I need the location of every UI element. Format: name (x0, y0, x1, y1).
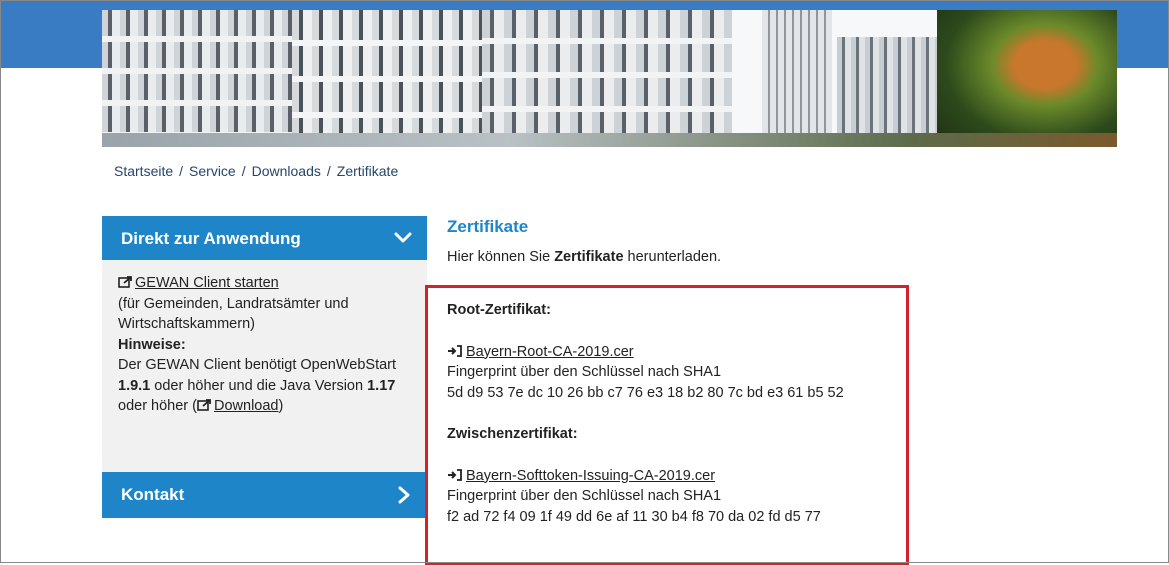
hero-image (102, 10, 1117, 147)
intermediate-cert-link[interactable]: Bayern-Softtoken-Issuing-CA-2019.cer (466, 468, 715, 484)
sign-in-download-icon (448, 468, 462, 481)
chevron-right-icon (398, 486, 410, 504)
chevron-down-icon (394, 232, 412, 243)
download-link[interactable]: Download (214, 398, 279, 414)
kontakt-title: Kontakt (121, 485, 185, 504)
breadcrumb-downloads[interactable]: Downloads (252, 163, 321, 179)
breadcrumb: Startseite / Service / Downloads / Zertifikate (114, 163, 398, 179)
gewan-client-link[interactable]: GEWAN Client starten (135, 275, 279, 291)
hero-building (292, 10, 482, 147)
intermediate-cert-heading: Zwischenzertifikat: (447, 426, 578, 442)
client-link-line: GEWAN Client starten (118, 273, 415, 294)
hint-text: Der GEWAN Client benötigt OpenWebStart 1… (118, 355, 415, 417)
page-title: Zertifikate (447, 217, 529, 236)
root-cert-link[interactable]: Bayern-Root-CA-2019.cer (466, 344, 634, 360)
sidebar-section-direkt[interactable]: Direkt zur Anwendung (102, 216, 427, 260)
hint-version-java: 1.17 (367, 377, 396, 394)
external-link-icon (197, 399, 211, 411)
breadcrumb-separator: / (326, 163, 331, 179)
hero-ground (102, 133, 1117, 147)
hint-version-ows: 1.9.1 (118, 377, 151, 394)
breadcrumb-current: Zertifikate (336, 163, 399, 179)
hero-building (102, 10, 292, 147)
intermediate-cert-download-line: Bayern-Softtoken-Issuing-CA-2019.cer (447, 466, 907, 487)
root-cert-download-line: Bayern-Root-CA-2019.cer (447, 342, 907, 363)
certificate-list: Root-Zertifikat: Bayern-Root-CA-2019.cer… (447, 300, 907, 527)
breadcrumb-separator: / (241, 163, 246, 179)
hero-tree (937, 10, 1117, 147)
breadcrumb-separator: / (179, 163, 184, 179)
intermediate-fingerprint-value: f2 ad 72 f4 09 1f 49 dd 6e af 11 30 b4 f… (447, 508, 821, 525)
breadcrumb-service[interactable]: Service (189, 163, 236, 179)
hero-building (482, 10, 732, 147)
sidebar-panel: GEWAN Client starten (für Gemeinden, Lan… (102, 260, 427, 472)
hint-text-4: ) (278, 398, 284, 414)
intro-post: herunterladen. (627, 249, 722, 265)
root-cert-heading: Root-Zertifikat: (447, 302, 551, 318)
intermediate-fingerprint-label: Fingerprint über den Schlüssel nach SHA1 (447, 488, 722, 504)
hints-label: Hinweise: (118, 336, 186, 353)
sign-in-download-icon (448, 344, 462, 357)
intro-pre: Hier können Sie (447, 249, 551, 265)
sidebar-section-title: Direkt zur Anwendung (121, 229, 301, 248)
hint-text-3: oder höher ( (118, 398, 197, 414)
root-fingerprint-value: 5d d9 53 7e dc 10 26 bb c7 76 e3 18 b2 8… (447, 384, 844, 401)
hero-building (837, 37, 947, 147)
breadcrumb-home[interactable]: Startseite (114, 163, 173, 179)
intro-bold: Zertifikate (554, 249, 624, 265)
client-note: (für Gemeinden, Landratsämter und Wirtsc… (118, 295, 349, 333)
hint-text-2: oder höher und die Java Version (154, 377, 364, 394)
hint-text-1: Der GEWAN Client benötigt OpenWebStart (118, 357, 397, 373)
root-fingerprint-label: Fingerprint über den Schlüssel nach SHA1 (447, 364, 722, 380)
external-link-icon (118, 276, 132, 288)
hero-building (762, 10, 832, 147)
sidebar-section-kontakt[interactable]: Kontakt (102, 472, 427, 518)
intro-text: Hier können Sie Zertifikate herunterlade… (447, 249, 721, 265)
